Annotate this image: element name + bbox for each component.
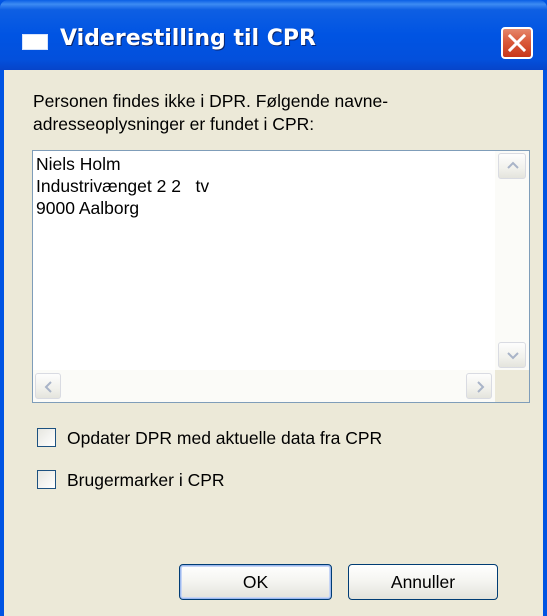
scroll-left-icon [44, 381, 52, 393]
address-text[interactable]: Niels Holm Industrivænget 2 2 tv 9000 Aa… [36, 153, 493, 371]
dialog-window: Viderestilling til CPR Personen findes i… [0, 0, 547, 616]
title-bar[interactable]: Viderestilling til CPR [0, 0, 547, 70]
message-line-2: adresseoplysninger er fundet i CPR: [33, 114, 315, 134]
address-line-city: 9000 Aalborg [36, 198, 140, 218]
ok-button[interactable]: OK [179, 564, 332, 600]
update-dpr-label[interactable]: Opdater DPR med aktuelle data fra CPR [67, 426, 382, 450]
address-line-name: Niels Holm [36, 154, 121, 174]
window-icon [22, 34, 48, 50]
close-icon [508, 34, 526, 52]
mark-cpr-label[interactable]: Brugermarker i CPR [67, 468, 225, 492]
scroll-up-icon [507, 161, 519, 169]
vertical-scrollbar[interactable] [495, 151, 529, 370]
window-title: Viderestilling til CPR [60, 26, 316, 51]
message-line-1: Personen findes ikke i DPR. Følgende nav… [33, 91, 389, 111]
dialog-body: Personen findes ikke i DPR. Følgende nav… [4, 70, 543, 616]
address-textbox[interactable]: Niels Holm Industrivænget 2 2 tv 9000 Aa… [32, 150, 530, 403]
scroll-down-icon [507, 352, 519, 360]
address-line-street: Industrivænget 2 2 tv [36, 176, 210, 196]
scroll-right-button[interactable] [466, 373, 492, 399]
mark-cpr-checkbox[interactable] [37, 470, 56, 489]
cancel-button[interactable]: Annuller [348, 564, 498, 600]
scroll-down-button[interactable] [498, 342, 526, 368]
horizontal-scrollbar[interactable] [33, 370, 495, 402]
scroll-left-button[interactable] [35, 373, 61, 399]
close-button[interactable] [501, 27, 533, 59]
info-message: Personen findes ikke i DPR. Følgende nav… [33, 90, 523, 136]
scrollbar-corner [495, 370, 529, 402]
update-dpr-checkbox[interactable] [37, 428, 56, 447]
scroll-up-button[interactable] [498, 153, 526, 179]
scroll-right-icon [477, 381, 485, 393]
